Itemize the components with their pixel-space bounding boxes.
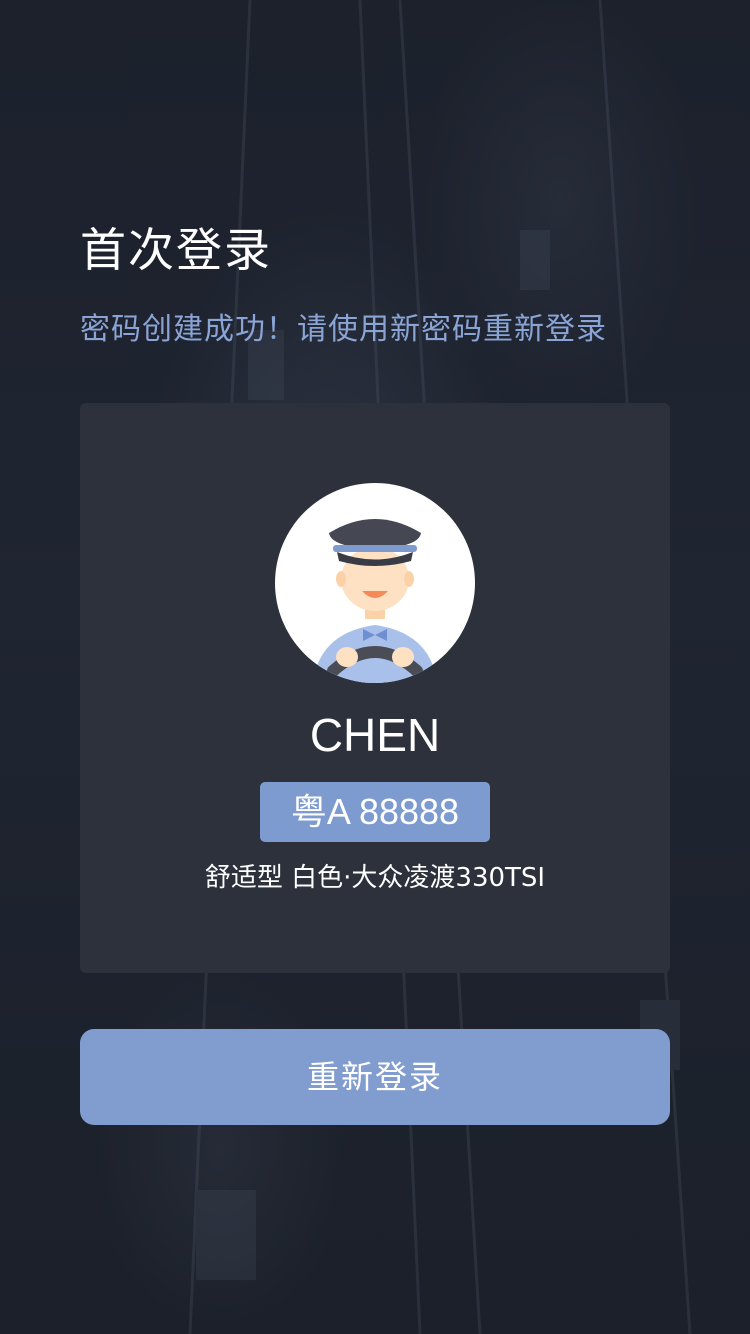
relogin-button[interactable]: 重新登录 <box>80 1029 670 1125</box>
page-title: 首次登录 <box>80 223 272 277</box>
driver-card: CHEN 粤A 88888 舒适型 白色·大众凌渡330TSI <box>80 403 670 973</box>
license-plate-badge: 粤A 88888 <box>260 782 490 842</box>
car-info: 舒适型 白色·大众凌渡330TSI <box>204 863 546 893</box>
page-subtitle: 密码创建成功！请使用新密码重新登录 <box>80 312 607 347</box>
driver-name: CHEN <box>309 709 441 761</box>
driver-avatar-icon <box>275 483 475 683</box>
